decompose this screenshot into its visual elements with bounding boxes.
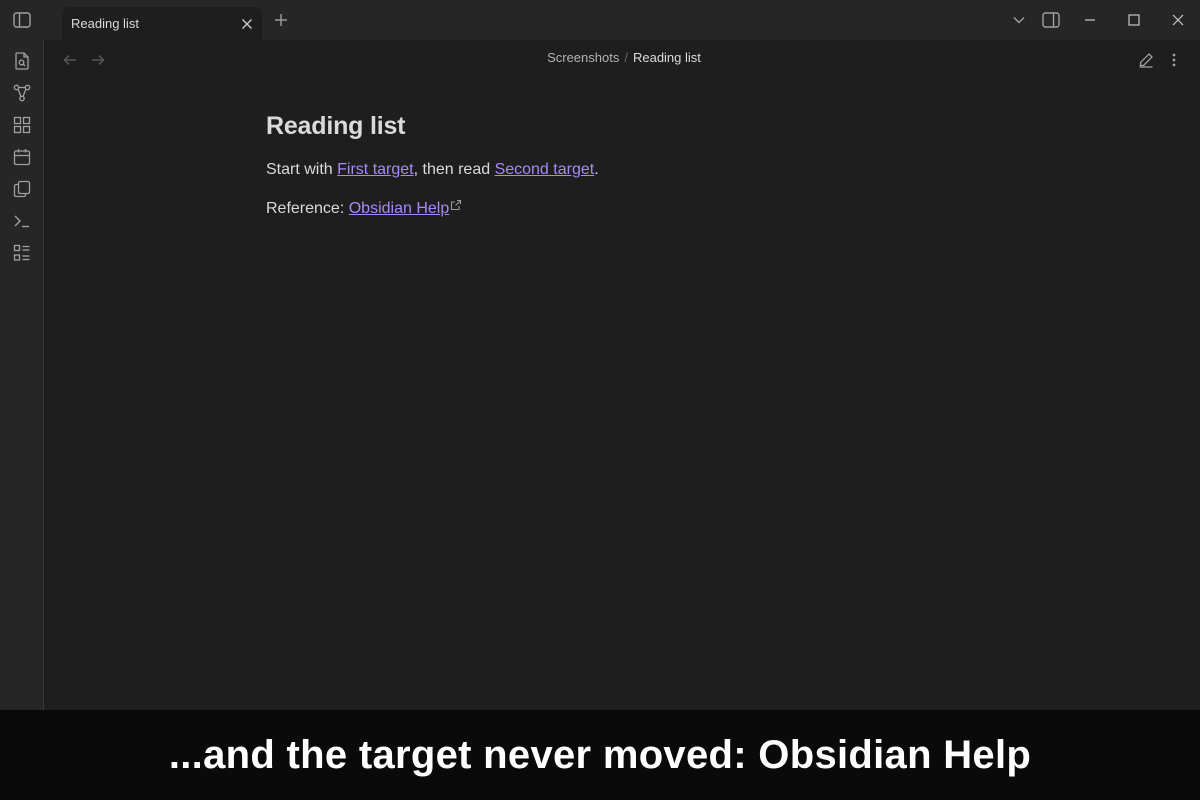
external-link-obsidian-help[interactable]: Obsidian Help (349, 200, 450, 217)
new-tab-plus-icon[interactable] (270, 9, 292, 31)
text-segment: , then read (413, 161, 495, 178)
breadcrumb-separator: / (624, 50, 628, 65)
close-tab-icon[interactable] (238, 15, 256, 33)
breadcrumb-folder[interactable]: Screenshots (547, 50, 619, 65)
note-content: Reading list Start with First target, th… (266, 112, 966, 238)
maximize-icon[interactable] (1122, 8, 1146, 32)
blocks-icon[interactable] (10, 113, 34, 137)
note-title: Reading list (266, 112, 406, 140)
editor-pane: Screenshots / Reading list Reading list St… (45, 40, 1200, 710)
copy-icon[interactable] (10, 177, 34, 201)
note-paragraph-2: Reference: Obsidian Help (266, 199, 966, 218)
terminal-icon[interactable] (10, 209, 34, 233)
more-options-icon[interactable] (1163, 49, 1185, 71)
text-segment: . (594, 161, 599, 178)
left-ribbon (0, 40, 44, 710)
close-window-icon[interactable] (1166, 8, 1190, 32)
list-checks-icon[interactable] (10, 241, 34, 265)
sidebar-right-icon[interactable] (1039, 8, 1063, 32)
internal-link-first-target[interactable]: First target (337, 161, 413, 178)
graph-icon[interactable] (10, 81, 34, 105)
file-search-icon[interactable] (10, 49, 34, 73)
obsidian-window: Reading list Screenshots / Reading list … (0, 0, 1200, 800)
edit-pencil-icon[interactable] (1135, 49, 1157, 71)
caption-bar: ...and the target never moved: Obsidian … (0, 710, 1200, 800)
note-paragraph-1: Start with First target, then read Secon… (266, 161, 966, 179)
text-segment: Start with (266, 161, 338, 178)
calendar-icon[interactable] (10, 145, 34, 169)
minimize-icon[interactable] (1078, 8, 1102, 32)
tab-reading-list[interactable]: Reading list (62, 7, 262, 40)
sidebar-toggle-icon[interactable] (8, 7, 36, 33)
breadcrumb-current-note[interactable]: Reading list (633, 50, 701, 65)
caption-text: ...and the target never moved: Obsidian … (168, 732, 1032, 777)
external-link-icon (450, 199, 462, 211)
breadcrumb: Screenshots / Reading list (45, 50, 1200, 65)
title-bar: Reading list (0, 0, 1200, 40)
tab-title: Reading list (71, 16, 139, 31)
chevron-down-icon[interactable] (1007, 8, 1031, 32)
text-segment: Reference: (266, 200, 349, 217)
internal-link-second-target[interactable]: Second target (495, 161, 595, 178)
